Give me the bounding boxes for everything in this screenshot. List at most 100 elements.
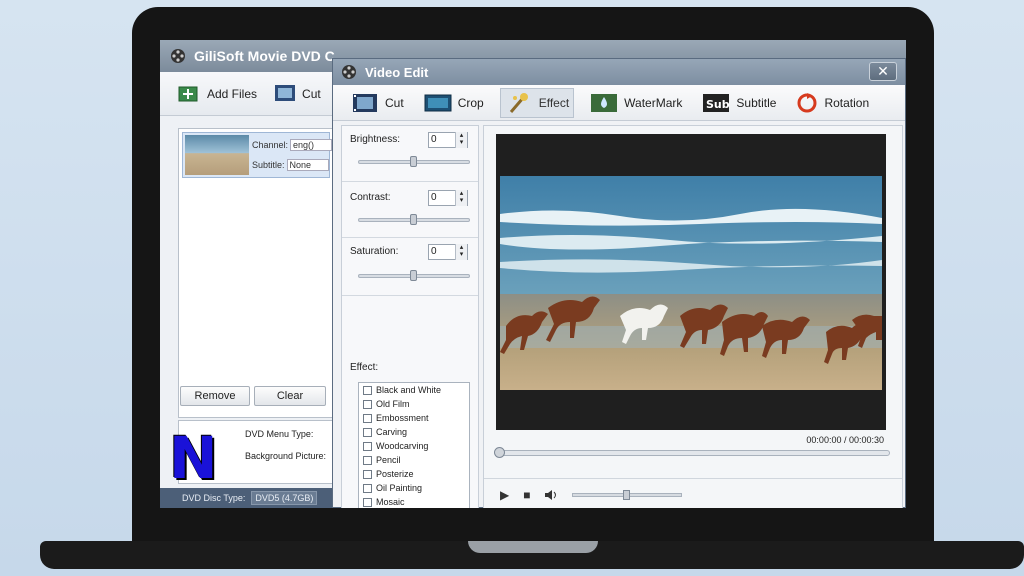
contrast-slider-thumb[interactable] [410, 214, 417, 225]
effect-item[interactable]: Pencil [359, 453, 469, 467]
n-overlay-logo: N [169, 424, 218, 492]
contrast-label: Contrast: [350, 192, 391, 203]
app-reel-icon [342, 65, 356, 79]
app-reel-icon [171, 49, 185, 63]
effect-list: Black and White Old Film Embossment Carving… [358, 382, 470, 508]
main-window-title: GiliSoft Movie DVD C [194, 48, 335, 64]
effect-item-label: Carving [376, 427, 408, 437]
main-cut-label: Cut [302, 86, 321, 101]
effect-item[interactable]: Carving [359, 425, 469, 439]
disc-type-select[interactable]: DVD5 (4.7GB) [251, 491, 318, 505]
brightness-group: Brightness: 0 [342, 126, 478, 182]
disc-type-label: DVD Disc Type: [182, 493, 246, 503]
dvd-menu-type-label: DVD Menu Type: [245, 429, 314, 439]
effect-checkbox[interactable] [363, 497, 372, 507]
effect-checkbox[interactable] [363, 441, 372, 451]
effect-item[interactable]: Mosaic [359, 495, 469, 508]
effect-checkbox[interactable] [363, 399, 372, 409]
effect-wand-icon [509, 92, 528, 113]
file-list-item[interactable]: Channel: eng() Subtitle: None [182, 132, 333, 178]
effect-item-label: Woodcarving [376, 441, 429, 451]
tab-rotation[interactable]: Rotation [792, 88, 873, 118]
laptop-screen: GiliSoft Movie DVD C Add Files Cut Chann… [160, 40, 906, 508]
effect-item[interactable]: Black and White [359, 383, 469, 397]
effect-checkbox[interactable] [363, 385, 372, 395]
tab-effect[interactable]: Effect [499, 87, 575, 118]
edit-tabs: Cut Crop Effect WaterMark Sub Subtitle R… [333, 85, 905, 121]
subtitle-select[interactable]: None [286, 159, 329, 171]
playback-controls: ▶ ■ [484, 478, 902, 508]
saturation-label: Saturation: [350, 246, 399, 257]
effect-checkbox[interactable] [363, 483, 372, 493]
volume-slider[interactable] [572, 489, 683, 500]
dialog-title-bar: Video Edit [333, 59, 905, 85]
effect-item-label: Mosaic [376, 497, 405, 507]
channel-select[interactable]: eng() [290, 139, 333, 151]
saturation-spinner[interactable]: 0 [428, 244, 468, 260]
effect-checkbox[interactable] [363, 455, 372, 465]
tab-watermark[interactable]: WaterMark [586, 88, 686, 118]
stop-icon[interactable]: ■ [523, 488, 530, 502]
effect-item[interactable]: Embossment [359, 411, 469, 425]
tab-effect-label: Effect [538, 95, 570, 110]
effect-item[interactable]: Posterize [359, 467, 469, 481]
subtitle-label: Subtitle: [252, 160, 285, 170]
laptop-notch [468, 541, 598, 553]
subtitle-sub-icon: Sub [703, 93, 730, 112]
add-files-icon [178, 86, 198, 101]
tab-subtitle[interactable]: Sub Subtitle [698, 88, 780, 118]
volume-icon[interactable] [544, 489, 558, 501]
brightness-slider[interactable] [358, 156, 470, 167]
video-preview [496, 134, 886, 430]
close-icon: ✕ [877, 63, 889, 79]
seek-knob[interactable] [494, 447, 505, 458]
brightness-spinner[interactable]: 0 [428, 132, 468, 148]
disc-type-bar: DVD Disc Type: DVD5 (4.7GB) [160, 488, 336, 508]
film-cut-icon [353, 93, 377, 112]
tab-crop-label: Crop [457, 95, 484, 110]
clear-button[interactable]: Clear [254, 386, 326, 406]
effect-checkbox[interactable] [363, 427, 372, 437]
tab-rotation-label: Rotation [824, 95, 870, 110]
effect-item-label: Pencil [376, 455, 401, 465]
add-files-label: Add Files [207, 86, 258, 101]
tab-subtitle-label: Subtitle [736, 95, 777, 110]
dialog-title: Video Edit [365, 64, 429, 80]
brightness-label: Brightness: [350, 134, 401, 145]
effect-checkbox[interactable] [363, 413, 372, 423]
contrast-group: Contrast: 0 [342, 182, 478, 238]
film-cut-icon [275, 84, 296, 101]
video-frame-horses [500, 176, 882, 390]
file-list-panel: Channel: eng() Subtitle: None [178, 128, 334, 418]
effect-item-label: Posterize [376, 469, 414, 479]
channel-label: Channel: [252, 140, 289, 150]
volume-knob[interactable] [623, 489, 631, 500]
seek-bar[interactable] [494, 447, 890, 458]
close-button[interactable]: ✕ [869, 62, 897, 81]
contrast-spinner[interactable]: 0 [428, 190, 468, 206]
remove-button[interactable]: Remove [180, 386, 250, 406]
video-thumbnail [185, 135, 249, 175]
add-files-button[interactable]: Add Files [176, 82, 257, 106]
play-icon[interactable]: ▶ [500, 488, 509, 502]
main-cut-button[interactable]: Cut [273, 82, 321, 106]
adjustment-panel: Brightness: 0 Contrast: 0 Saturation: 0 [341, 125, 479, 508]
saturation-slider[interactable] [358, 270, 470, 281]
tab-cut[interactable]: Cut [347, 88, 408, 118]
tab-crop[interactable]: Crop [420, 88, 488, 118]
brightness-slider-thumb[interactable] [410, 156, 417, 167]
effect-item[interactable]: Oil Painting [359, 481, 469, 495]
contrast-slider[interactable] [358, 214, 470, 225]
effect-item-label: Old Film [376, 399, 410, 409]
effect-item[interactable]: Woodcarving [359, 439, 469, 453]
time-readout: 00:00:00 / 00:00:30 [806, 435, 884, 445]
watermark-drop-icon [591, 93, 618, 112]
preview-area: 00:00:00 / 00:00:30 ▶ ■ [483, 125, 903, 508]
effect-checkbox[interactable] [363, 469, 372, 479]
effect-label: Effect: [350, 362, 379, 373]
rotation-icon [797, 92, 817, 112]
saturation-slider-thumb[interactable] [410, 270, 417, 281]
effect-item[interactable]: Old Film [359, 397, 469, 411]
saturation-group: Saturation: 0 [342, 238, 478, 296]
effect-item-label: Oil Painting [376, 483, 423, 493]
